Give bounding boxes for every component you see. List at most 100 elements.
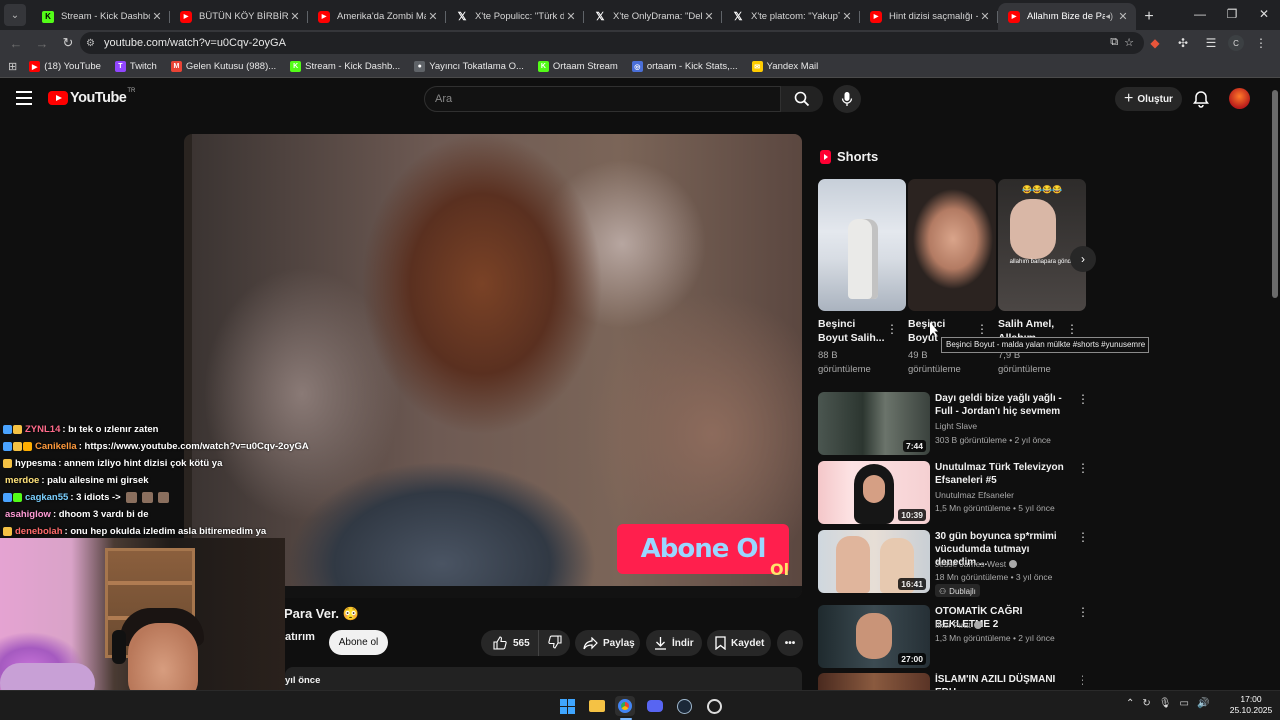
- restore-button[interactable]: ❐: [1216, 0, 1248, 28]
- page-scrollbar[interactable]: [1270, 78, 1280, 690]
- bookmark-item[interactable]: K Ortaam Stream: [537, 61, 618, 72]
- short-thumbnail[interactable]: 😂😂😂😂 allahım banapara gönde: [998, 179, 1086, 311]
- profile-avatar[interactable]: C: [1228, 35, 1244, 51]
- short-thumbnail[interactable]: [908, 179, 996, 311]
- save-button[interactable]: Kaydet: [707, 630, 771, 656]
- close-tab-icon[interactable]: ✕: [978, 10, 992, 23]
- recommended-video[interactable]: 16:41 30 gün boyunca sp*rmimi vücudumda …: [818, 530, 1089, 597]
- chat-username[interactable]: hypesma: [15, 458, 56, 469]
- recommended-video[interactable]: 10:39 Unutulmaz Türk Televizyon Efsanele…: [818, 461, 1089, 525]
- close-tab-icon[interactable]: ✕: [702, 10, 716, 23]
- video-title[interactable]: Unutulmaz Türk Televizyon Efsaneleri #5: [935, 461, 1070, 487]
- discord-taskbar-button[interactable]: [645, 696, 665, 716]
- chat-username[interactable]: asahiglow: [5, 509, 51, 520]
- chevron-up-icon[interactable]: ⌃: [1126, 698, 1134, 709]
- scrollbar-thumb[interactable]: [1272, 90, 1278, 298]
- like-button[interactable]: 565: [481, 630, 539, 656]
- file-explorer-button[interactable]: [587, 696, 607, 716]
- create-button[interactable]: + Oluştur: [1115, 87, 1182, 111]
- bookmark-item[interactable]: K Stream - Kick Dashb...: [290, 61, 400, 72]
- chat-username[interactable]: denebolah: [15, 526, 63, 537]
- video-channel[interactable]: Jesse James West: [935, 559, 1018, 569]
- browser-tab[interactable]: K Stream - Kick Dashboard✕: [32, 3, 170, 30]
- steam-taskbar-button[interactable]: [674, 696, 694, 716]
- browser-tab[interactable]: ▶ Amerika'da Zombi Mahallesi✕: [308, 3, 446, 30]
- video-channel[interactable]: İlker Fırat: [935, 620, 982, 630]
- close-tab-icon[interactable]: ✕: [1116, 10, 1130, 23]
- search-button[interactable]: [781, 86, 823, 112]
- short-menu-icon[interactable]: ⋮: [976, 322, 988, 336]
- short-menu-icon[interactable]: ⋮: [1066, 322, 1078, 336]
- video-menu-icon[interactable]: ⋮: [1077, 392, 1089, 406]
- voice-search-button[interactable]: [833, 85, 861, 113]
- bookmark-item[interactable]: ▶ (18) YouTube: [29, 61, 101, 72]
- chat-username[interactable]: Canikella: [35, 441, 77, 452]
- bookmark-star-icon[interactable]: ☆: [1124, 36, 1134, 49]
- video-menu-icon[interactable]: ⋮: [1077, 530, 1089, 544]
- recommended-video[interactable]: İSLAM'IN AZILI DÜŞMANI EBU ⋮: [818, 673, 1083, 690]
- close-window-button[interactable]: ✕: [1248, 0, 1280, 28]
- shorts-next-button[interactable]: ›: [1070, 246, 1096, 272]
- close-tab-icon[interactable]: ✕: [426, 10, 440, 23]
- browser-tab[interactable]: 𝕏 X'te OnlyDrama: "Deli Mi✕: [584, 3, 722, 30]
- chat-username[interactable]: merdoe: [5, 475, 39, 486]
- bookmark-item[interactable]: T Twitch: [114, 61, 157, 72]
- video-menu-icon[interactable]: ⋮: [1077, 673, 1083, 687]
- browser-tab[interactable]: ▶ Hint dizisi saçmalığı - YouTube✕: [860, 3, 998, 30]
- account-avatar[interactable]: [1229, 88, 1250, 109]
- media-controls-icon[interactable]: ☰: [1200, 32, 1222, 54]
- video-thumbnail[interactable]: 10:39: [818, 461, 930, 524]
- video-menu-icon[interactable]: ⋮: [1077, 461, 1089, 475]
- apps-grid-icon[interactable]: ⊞: [8, 60, 17, 73]
- monitor-icon[interactable]: ▭: [1179, 698, 1188, 709]
- close-tab-icon[interactable]: ✕: [150, 10, 164, 23]
- chat-username[interactable]: cagkan55: [25, 492, 68, 503]
- recommended-video[interactable]: 7:44 Dayı geldi bize yağlı yağlı - Full …: [818, 392, 1089, 456]
- video-channel[interactable]: Unutulmaz Efsaneler: [935, 490, 1014, 500]
- bookmark-item[interactable]: ◎ ortaam - Kick Stats,...: [631, 61, 738, 72]
- chrome-taskbar-button[interactable]: [615, 696, 635, 716]
- video-thumbnail[interactable]: [818, 673, 930, 690]
- video-channel[interactable]: Light Slave: [935, 421, 977, 431]
- hamburger-menu-icon[interactable]: [16, 91, 32, 105]
- video-thumbnail[interactable]: 27:00: [818, 605, 930, 668]
- speaker-icon[interactable]: 🔊: [1197, 698, 1209, 709]
- short-title[interactable]: Beşinci Boyut Salih...: [818, 317, 886, 347]
- video-thumbnail[interactable]: 16:41: [818, 530, 930, 593]
- obs-taskbar-button[interactable]: [704, 696, 724, 716]
- recommended-video[interactable]: 27:00 OTOMATİK CAĞRI BEKLETME 2 İlker Fı…: [818, 605, 1089, 669]
- more-actions-button[interactable]: •••: [777, 630, 803, 656]
- video-title[interactable]: Dayı geldi bize yağlı yağlı - Full - Jor…: [935, 392, 1070, 418]
- video-thumbnail[interactable]: 7:44: [818, 392, 930, 455]
- chat-username[interactable]: ZYNL14: [25, 424, 60, 435]
- kebab-menu-icon[interactable]: ⋮: [1250, 32, 1272, 54]
- speaker-icon[interactable]: ◂): [1105, 11, 1113, 22]
- install-app-icon[interactable]: ⧉: [1110, 36, 1118, 49]
- search-input[interactable]: Ara: [424, 86, 781, 112]
- network-sync-icon[interactable]: ↻: [1142, 698, 1150, 709]
- microphone-icon[interactable]: 🎙: [1159, 698, 1172, 709]
- bookmark-item[interactable]: M Gelen Kutusu (988)...: [170, 61, 276, 72]
- download-button[interactable]: İndir: [646, 630, 702, 656]
- back-button[interactable]: ←: [3, 30, 29, 56]
- new-tab-button[interactable]: +: [1136, 3, 1162, 30]
- short-thumbnail[interactable]: [818, 179, 906, 311]
- share-button[interactable]: Paylaş: [575, 630, 640, 656]
- browser-tab[interactable]: 𝕏 X'te Populicc: "Türk dizileri✕: [446, 3, 584, 30]
- short-card[interactable]: Beşinci Boyut Salih... 88 B görüntüleme ⋮: [818, 179, 906, 377]
- browser-tab[interactable]: ▶ BÜTÜN KÖY BİRBİRİNE GİRDİ✕: [170, 3, 308, 30]
- browser-tab[interactable]: 𝕏 X'te platcom: "YakupTV,✕: [722, 3, 860, 30]
- extensions-puzzle-icon[interactable]: ✣: [1172, 32, 1194, 54]
- short-menu-icon[interactable]: ⋮: [886, 322, 898, 336]
- channel-name[interactable]: atırım: [285, 631, 315, 643]
- notifications-bell-icon[interactable]: [1192, 90, 1210, 108]
- youtube-logo[interactable]: YouTube TR: [48, 88, 135, 106]
- minimize-button[interactable]: —: [1184, 0, 1216, 28]
- start-button[interactable]: [557, 696, 577, 716]
- video-title[interactable]: İSLAM'IN AZILI DÜŞMANI EBU: [935, 673, 1070, 690]
- subscribe-button[interactable]: Abone ol: [329, 630, 388, 655]
- bookmark-item[interactable]: ✉ Yandex Mail: [751, 61, 818, 72]
- reload-button[interactable]: ↻: [55, 30, 81, 56]
- bookmark-item[interactable]: ● Yayıncı Tokatlama O...: [414, 61, 524, 72]
- tab-search-button[interactable]: ⌄: [4, 4, 26, 26]
